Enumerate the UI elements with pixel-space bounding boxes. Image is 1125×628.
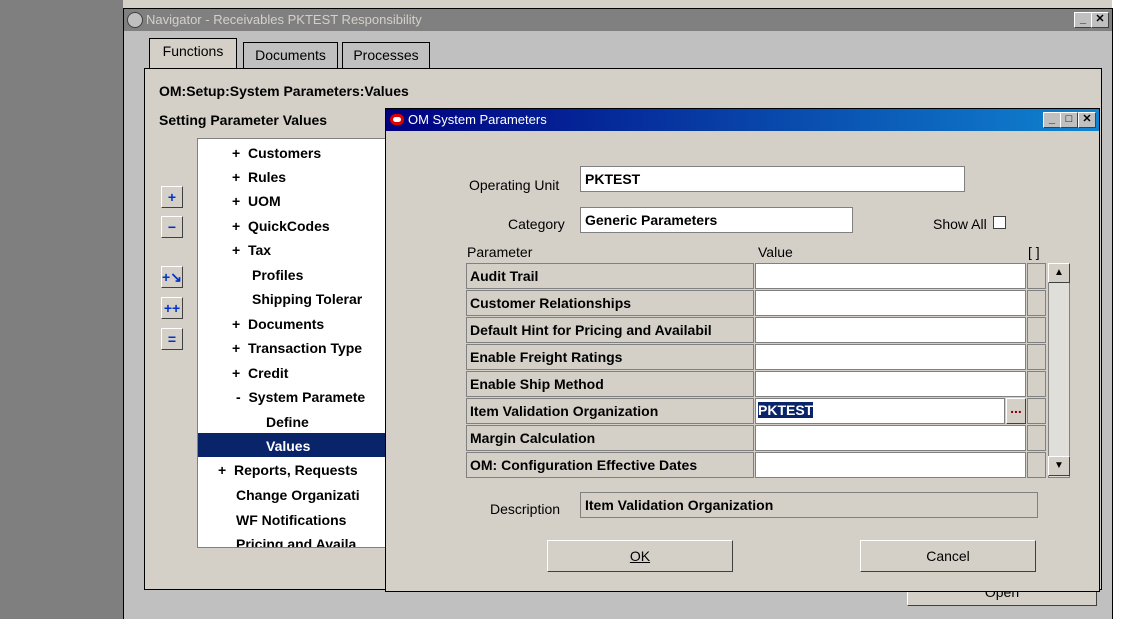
scroll-down-icon[interactable]: ▼ — [1048, 456, 1070, 476]
tree-item-tax[interactable]: + Tax — [232, 239, 271, 261]
ok-button[interactable]: OK — [547, 540, 733, 572]
expand-icon[interactable]: + — [161, 186, 183, 208]
cancel-button-label: Cancel — [926, 548, 970, 564]
tab-label: Processes — [353, 47, 419, 63]
tree-item-values[interactable]: Values — [266, 435, 310, 457]
parameter-cell[interactable]: Item Validation Organization — [466, 398, 754, 424]
value-cell[interactable] — [755, 425, 1026, 451]
navigator-titlebar[interactable]: Navigator - Receivables PKTEST Responsib… — [124, 9, 1112, 31]
row-indicator — [1027, 263, 1046, 289]
row-indicator — [1027, 344, 1046, 370]
ok-button-label: OK — [629, 548, 651, 564]
tree-item-rules[interactable]: + Rules — [232, 166, 286, 188]
parameter-cell[interactable]: Default Hint for Pricing and Availabil — [466, 317, 754, 343]
expand-all-icon[interactable]: ++ — [161, 297, 183, 319]
parameter-cell[interactable]: Customer Relationships — [466, 290, 754, 316]
operating-unit-label: Operating Unit — [469, 177, 560, 193]
desktop-background — [0, 0, 123, 628]
close-button[interactable]: ✕ — [1091, 12, 1109, 28]
parameter-cell[interactable]: Margin Calculation — [466, 425, 754, 451]
parameter-cell[interactable]: OM: Configuration Effective Dates — [466, 452, 754, 478]
tree-item-change-organization[interactable]: Change Organizati — [236, 484, 360, 506]
lov-button[interactable]: ... — [1006, 398, 1026, 424]
show-all-label: Show All — [933, 216, 987, 232]
scroll-up-icon[interactable]: ▲ — [1048, 263, 1070, 283]
tab-functions[interactable]: Functions — [149, 38, 237, 69]
navigator-title: Navigator - Receivables PKTEST Responsib… — [146, 12, 422, 27]
column-header-value: Value — [758, 244, 793, 260]
function-path: OM:Setup:System Parameters:Values — [159, 83, 409, 99]
folder-marker[interactable]: [ ] — [1028, 244, 1040, 260]
oracle-app-icon — [127, 12, 143, 28]
om-maximize-button[interactable]: □ — [1060, 112, 1078, 128]
value-cell[interactable] — [755, 344, 1026, 370]
parameter-cell[interactable]: Enable Freight Ratings — [466, 344, 754, 370]
tab-label: Functions — [162, 43, 224, 59]
parameter-cell[interactable]: Audit Trail — [466, 263, 754, 289]
tree-item-define[interactable]: Define — [266, 411, 309, 433]
tree-item-profiles[interactable]: Profiles — [252, 264, 303, 286]
tree-item-shipping-tolerances[interactable]: Shipping Tolerar — [252, 288, 362, 310]
tree-item-documents[interactable]: + Documents — [232, 313, 324, 335]
show-all-checkbox[interactable] — [993, 216, 1006, 229]
tree-item-credit[interactable]: + Credit — [232, 362, 288, 384]
tree-item-pricing-availability[interactable]: Pricing and Availa — [236, 533, 356, 547]
value-cell[interactable] — [755, 263, 1026, 289]
function-tree: + Customers + Rules + UOM + QuickCodes +… — [197, 138, 387, 548]
row-indicator — [1027, 317, 1046, 343]
tree-item-uom[interactable]: + UOM — [232, 190, 281, 212]
tab-processes[interactable]: Processes — [342, 42, 430, 68]
tree-item-reports-requests[interactable]: + Reports, Requests — [218, 459, 358, 481]
tab-label: Documents — [255, 47, 326, 63]
description-field: Item Validation Organization — [580, 492, 1038, 518]
row-indicator — [1027, 398, 1046, 424]
tree-item-quickcodes[interactable]: + QuickCodes — [232, 215, 330, 237]
collapse-icon[interactable]: − — [161, 216, 183, 238]
category-label: Category — [508, 216, 565, 232]
description-label: Description — [490, 501, 561, 517]
column-header-parameter: Parameter — [467, 244, 533, 260]
value-cell[interactable] — [755, 317, 1026, 343]
om-title: OM System Parameters — [408, 112, 547, 127]
cancel-button[interactable]: Cancel — [860, 540, 1036, 572]
vertical-scrollbar[interactable] — [1048, 263, 1070, 478]
om-close-button[interactable]: ✕ — [1078, 112, 1096, 128]
value-cell[interactable] — [755, 290, 1026, 316]
parameter-cell[interactable]: Enable Ship Method — [466, 371, 754, 397]
row-indicator — [1027, 425, 1046, 451]
om-minimize-button[interactable]: _ — [1043, 112, 1061, 128]
row-indicator — [1027, 371, 1046, 397]
om-titlebar[interactable]: OM System Parameters _ □ ✕ — [386, 109, 1099, 131]
operating-unit-field[interactable]: PKTEST — [580, 166, 965, 192]
tree-item-transaction-types[interactable]: + Transaction Type — [232, 337, 362, 359]
desktop-edge — [1112, 0, 1125, 628]
desktop-bottom — [0, 619, 1125, 628]
minimize-button[interactable]: _ — [1074, 12, 1092, 28]
navigator-subtitle: Setting Parameter Values — [159, 112, 328, 128]
row-indicator — [1027, 290, 1046, 316]
selected-value-text: PKTEST — [758, 402, 814, 418]
category-field[interactable]: Generic Parameters — [580, 207, 853, 233]
row-indicator — [1027, 452, 1046, 478]
collapse-all-icon[interactable]: = — [161, 328, 183, 350]
tab-documents[interactable]: Documents — [243, 42, 338, 68]
tree-item-customers[interactable]: + Customers — [232, 142, 321, 164]
expand-branch-icon[interactable]: +↘ — [161, 266, 183, 288]
tree-item-system-parameters[interactable]: - System Paramete — [236, 386, 365, 408]
value-cell[interactable] — [755, 371, 1026, 397]
tree-item-wf-notifications[interactable]: WF Notifications — [236, 509, 346, 531]
oracle-logo-icon — [390, 114, 404, 125]
value-cell[interactable] — [755, 452, 1026, 478]
value-cell-selected[interactable]: PKTEST — [755, 398, 1005, 424]
